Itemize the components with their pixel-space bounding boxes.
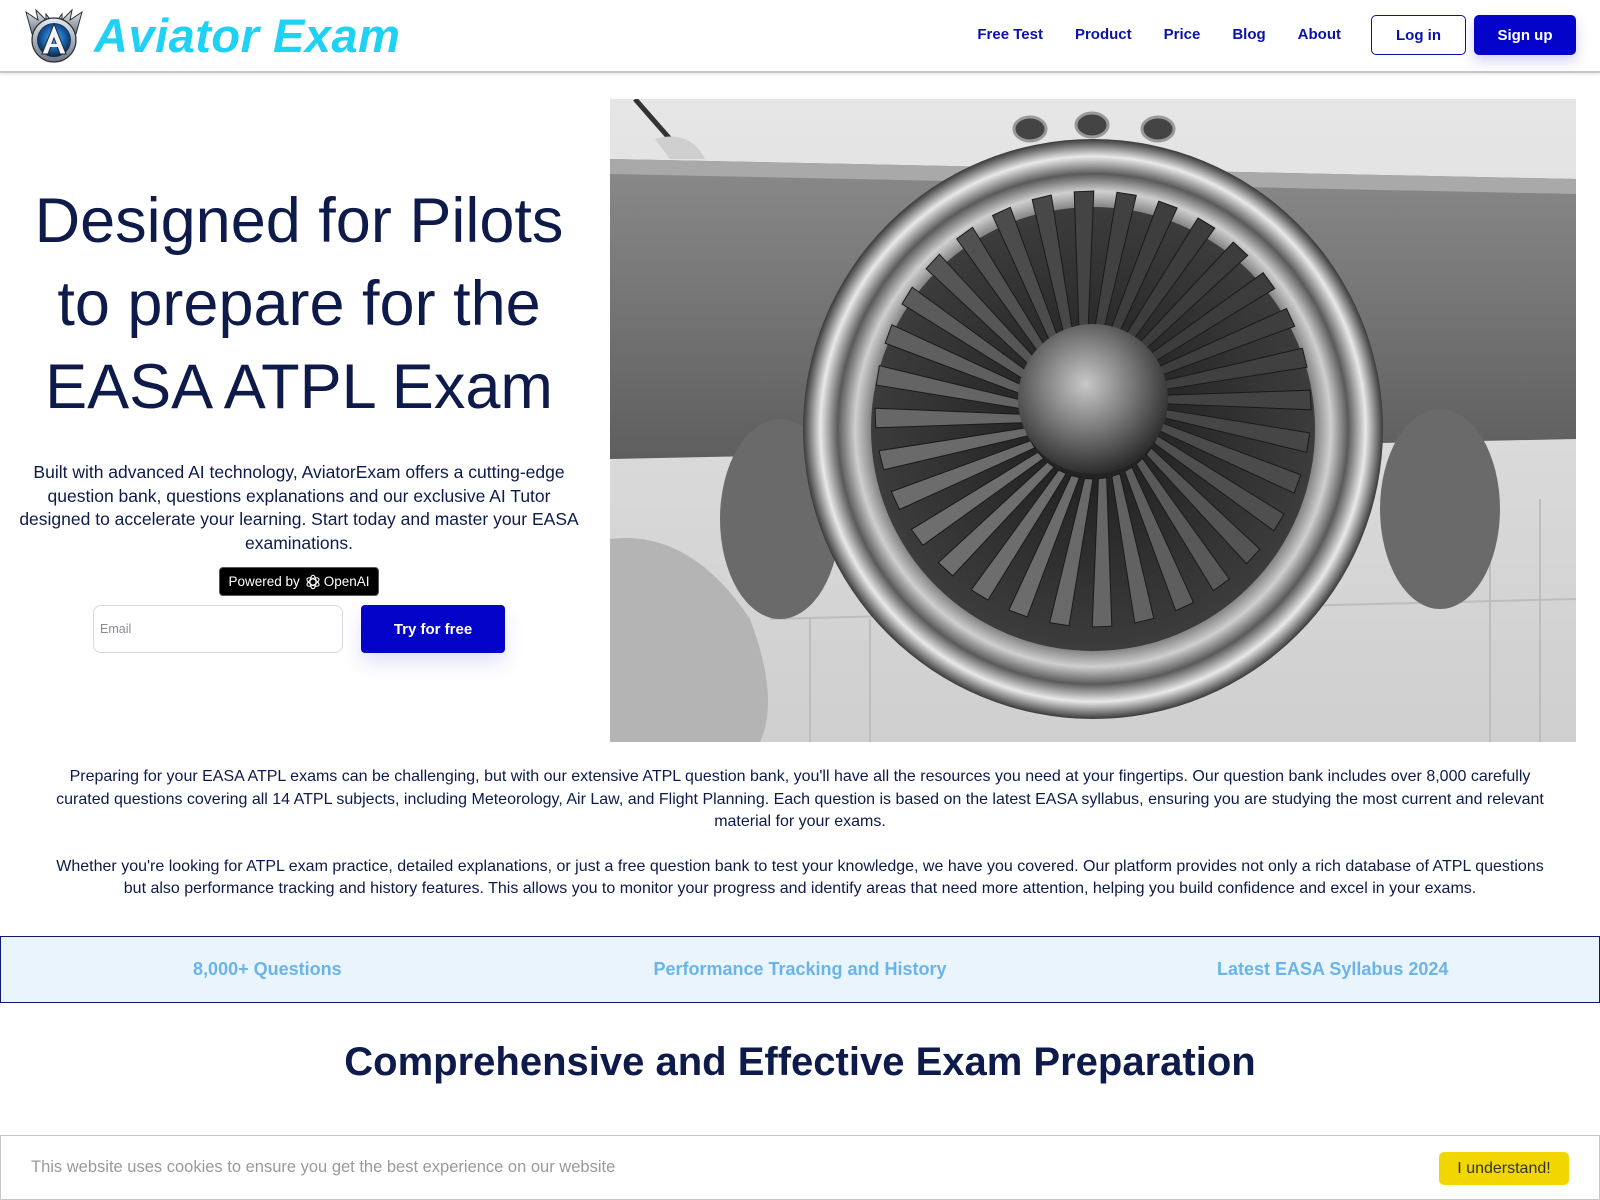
main-nav: Free Test Product Price Blog About Log i…	[977, 15, 1576, 55]
brand-name: Aviator Exam	[94, 9, 401, 62]
hero-title-line: EASA ATPL Exam	[45, 352, 553, 422]
nav-price[interactable]: Price	[1164, 15, 1201, 55]
feature-performance-tracking: Performance Tracking and History	[653, 959, 947, 979]
hero-title: Designed for Pilots to prepare for the E…	[0, 180, 598, 429]
intro-paragraph: Preparing for your EASA ATPL exams can b…	[56, 768, 1544, 830]
cookie-message: This website uses cookies to ensure you …	[31, 1158, 616, 1176]
nav-about[interactable]: About	[1298, 15, 1341, 55]
feature-latest-syllabus: Latest EASA Syllabus 2024	[1216, 959, 1449, 979]
jet-engine-image	[610, 99, 1576, 742]
badge-prefix: Powered by	[228, 574, 300, 589]
cookie-accept-button[interactable]: I understand!	[1439, 1152, 1569, 1185]
jet-engine-illustration	[610, 99, 1576, 742]
nav-product[interactable]: Product	[1075, 15, 1132, 55]
hero-description: Built with advanced AI technology, Aviat…	[19, 462, 579, 553]
hero-title-line: to prepare for the	[57, 269, 541, 339]
signup-button[interactable]: Sign up	[1474, 15, 1576, 55]
hero-section: Designed for Pilots to prepare for the E…	[0, 180, 598, 653]
feature-questions: 8,000+ Questions	[193, 959, 342, 979]
login-button[interactable]: Log in	[1371, 15, 1466, 55]
intro-paragraph: Whether you're looking for ATPL exam pra…	[56, 857, 1544, 898]
powered-by-openai-badge: Powered by OpenAI	[219, 567, 379, 596]
intro-section: Preparing for your EASA ATPL exams can b…	[50, 766, 1550, 901]
email-signup-form: Try for free	[0, 605, 598, 653]
nav-free-test[interactable]: Free Test	[977, 15, 1043, 55]
cookie-consent-bar: This website uses cookies to ensure you …	[0, 1135, 1600, 1200]
site-header: Aviator Exam Free Test Product Price Blo…	[0, 0, 1600, 73]
badge-brand: OpenAI	[323, 574, 370, 589]
hero-title-line: Designed for Pilots	[34, 186, 564, 256]
features-strip: 8,000+ Questions Performance Tracking an…	[0, 936, 1600, 1003]
winged-a-emblem-icon	[25, 8, 83, 63]
email-input[interactable]	[93, 605, 343, 653]
section-title: Comprehensive and Effective Exam Prepara…	[344, 1040, 1256, 1084]
try-for-free-button[interactable]: Try for free	[361, 605, 505, 653]
nav-blog[interactable]: Blog	[1232, 15, 1265, 55]
openai-logo-icon	[306, 574, 320, 589]
brand-logo-link[interactable]: Aviator Exam	[24, 8, 400, 64]
